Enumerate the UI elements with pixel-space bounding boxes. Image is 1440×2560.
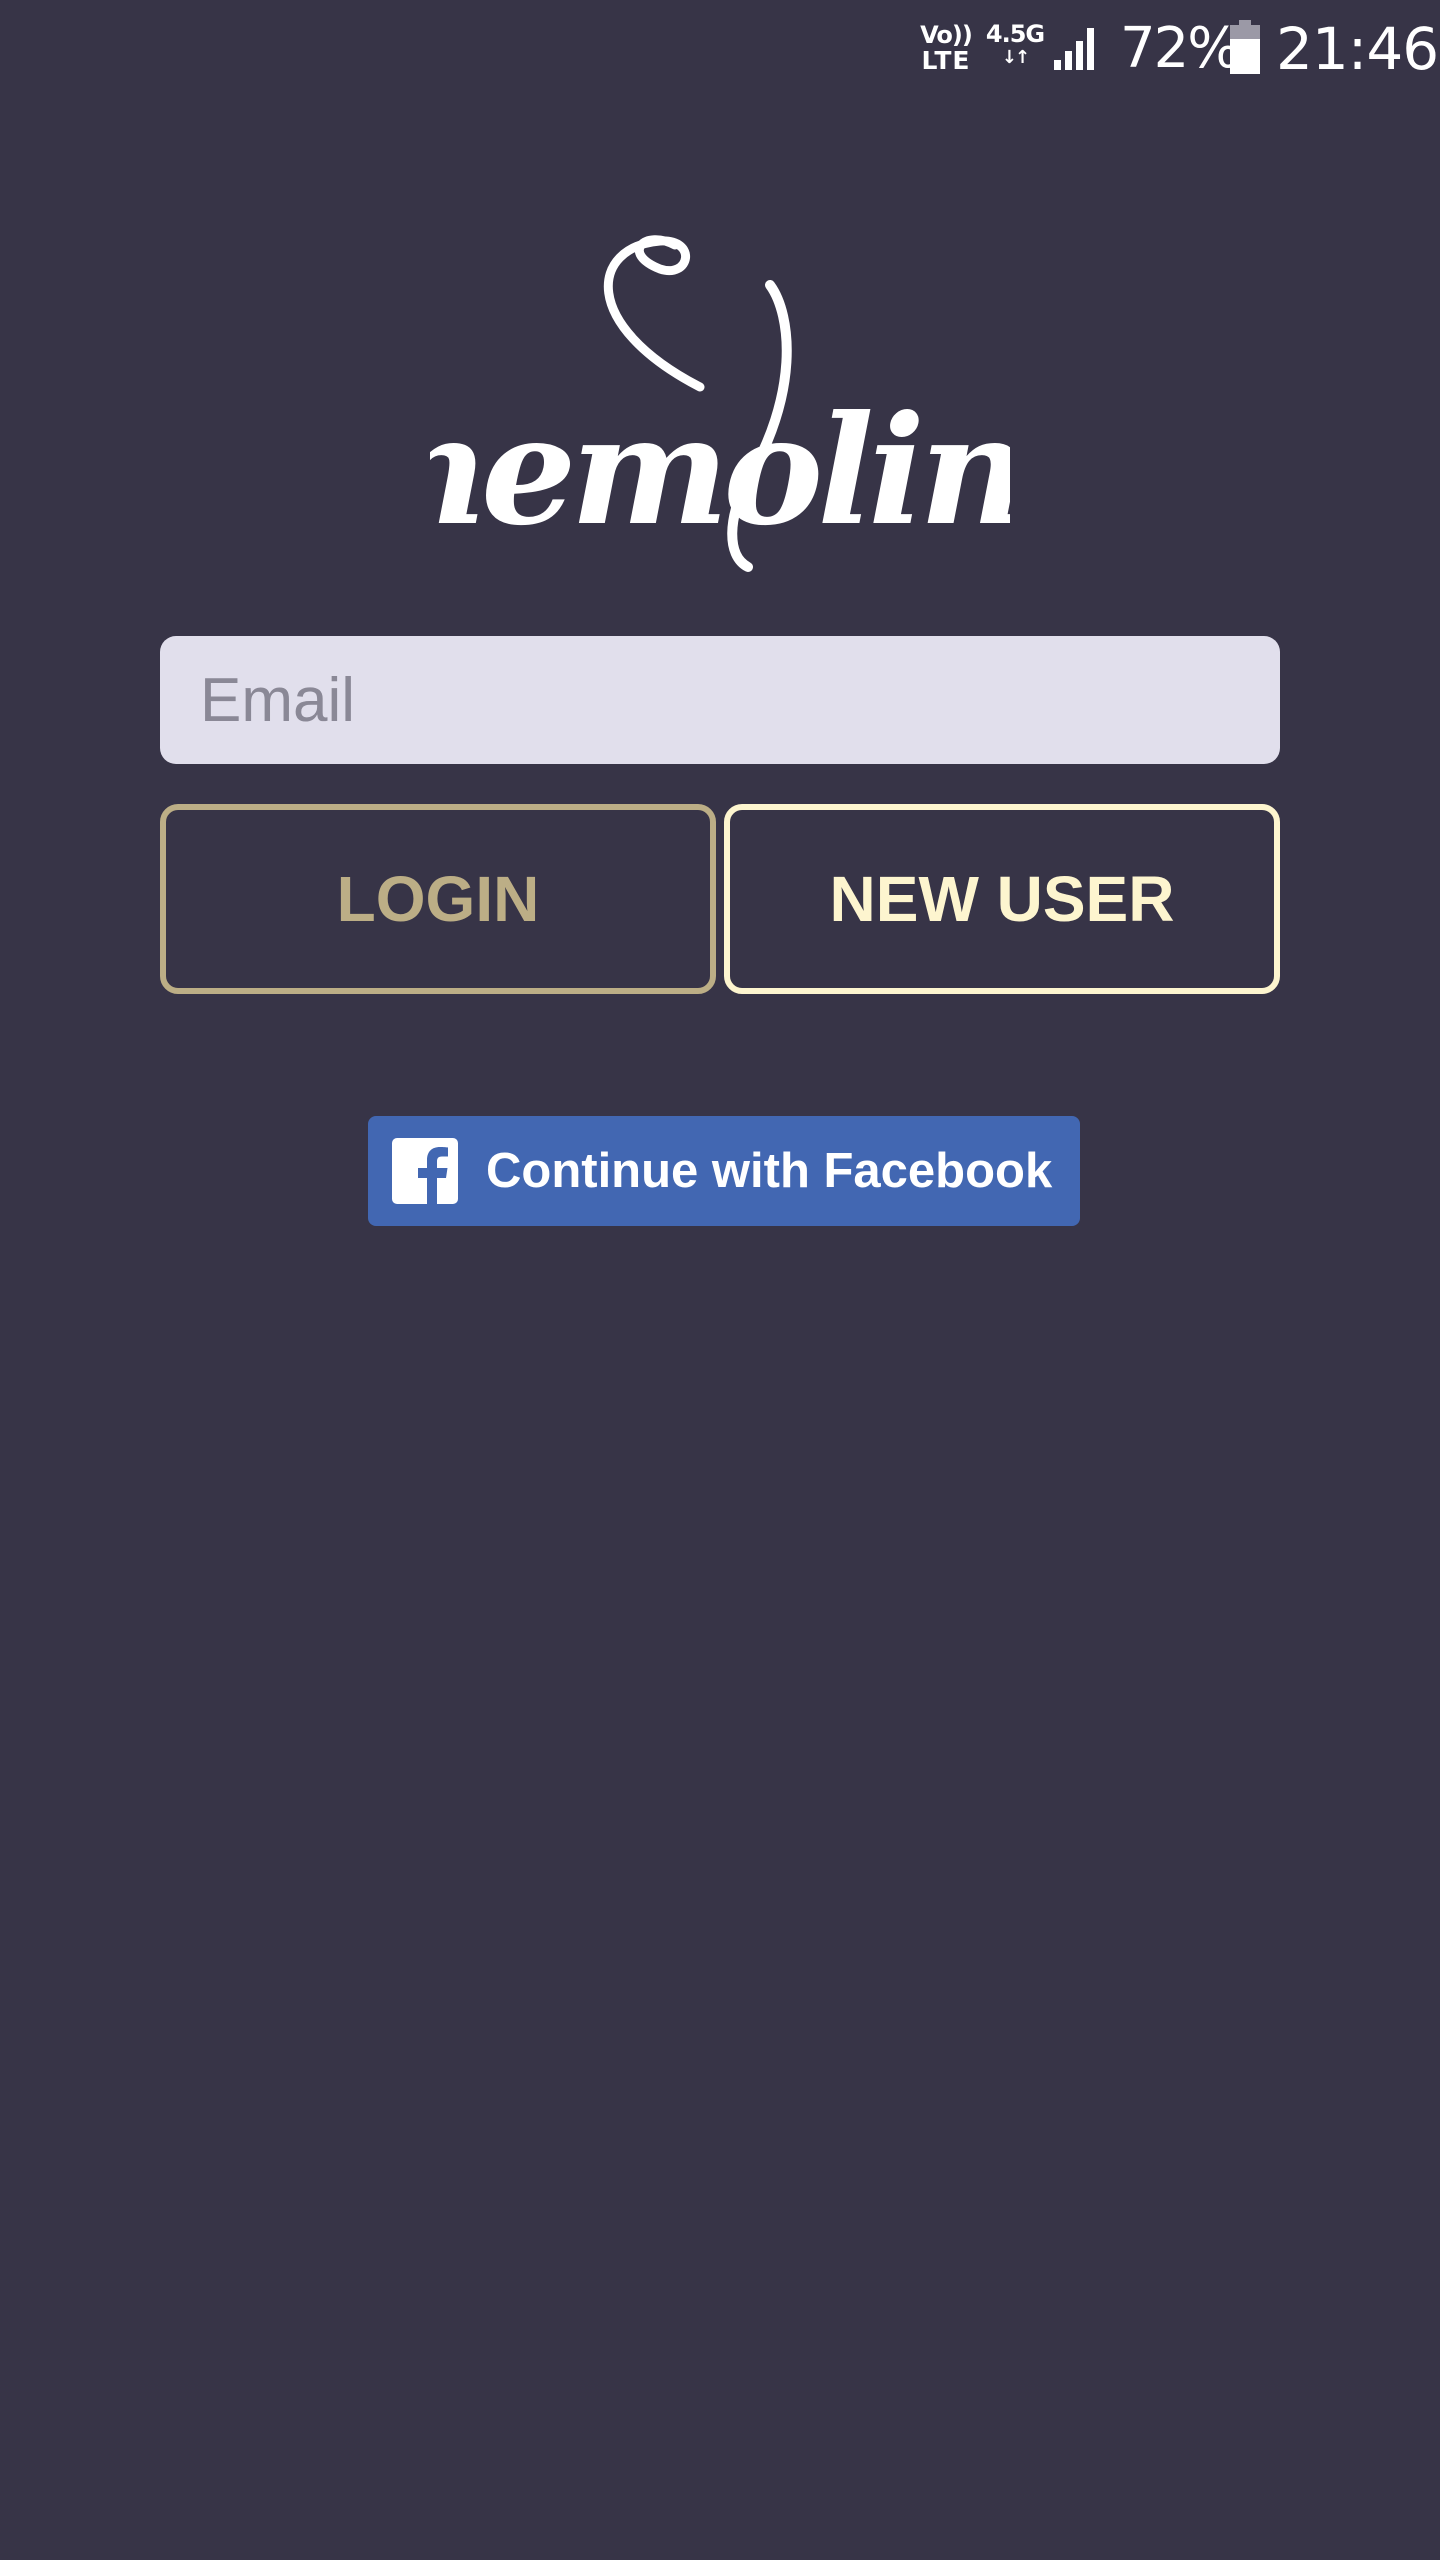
signal-bars-icon: [1054, 28, 1094, 70]
facebook-button-label: Continue with Facebook: [486, 1144, 1053, 1198]
status-bar: Vo)) LTE 4.5G ↓↑ 72% 21:46: [0, 0, 1440, 100]
clock: 21:46: [1276, 15, 1439, 83]
lte-label: LTE: [921, 46, 971, 75]
svg-text:memoline: memoline: [430, 383, 1010, 559]
login-button[interactable]: LOGIN: [160, 804, 716, 994]
email-input[interactable]: [160, 636, 1280, 764]
volte-indicator: Vo)) LTE: [918, 22, 974, 74]
continue-with-facebook-button[interactable]: Continue with Facebook: [368, 1116, 1080, 1226]
new-user-button[interactable]: NEW USER: [724, 804, 1280, 994]
network-type-indicator: 4.5G ↓↑: [985, 20, 1045, 68]
network-type-label: 4.5G: [985, 20, 1045, 48]
login-button-label: LOGIN: [336, 863, 540, 935]
volte-label: Vo)): [920, 21, 973, 49]
new-user-button-label: NEW USER: [829, 863, 1175, 935]
facebook-icon: [392, 1138, 458, 1204]
battery-icon: [1230, 20, 1260, 74]
battery-percent: 72%: [1120, 16, 1240, 81]
memoline-logo: memoline: [430, 235, 1010, 572]
data-activity-arrows: ↓↑: [1001, 47, 1030, 68]
